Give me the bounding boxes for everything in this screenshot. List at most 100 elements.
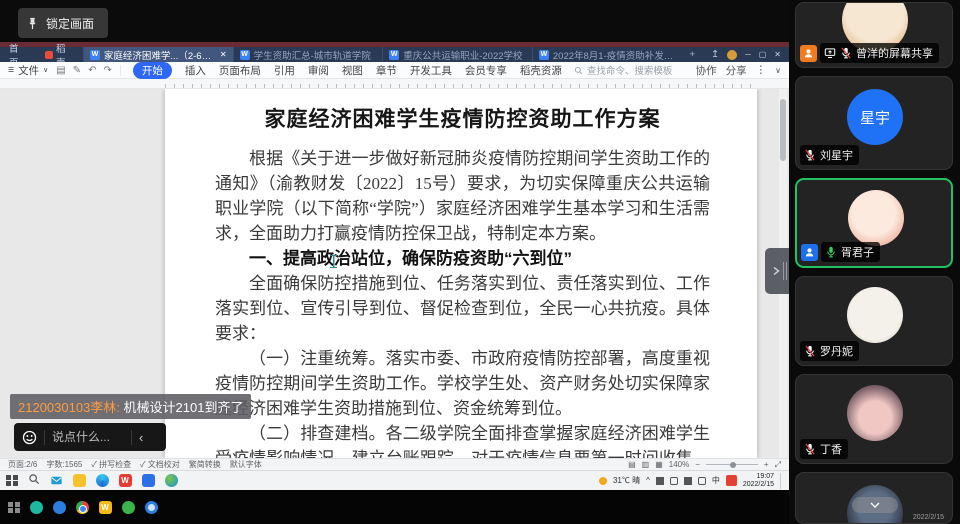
participant-tile-partial[interactable]: 2022/2/15 <box>795 472 953 524</box>
menu-page-layout[interactable]: 页面布局 <box>219 63 261 78</box>
save-icon[interactable]: ▤ <box>56 65 65 76</box>
app-icon-green[interactable] <box>122 501 135 514</box>
tray-icon[interactable] <box>656 477 664 485</box>
view-mode-icon-1[interactable]: ▤ <box>628 460 636 469</box>
wps-icon-peek[interactable]: W <box>99 501 112 514</box>
new-tab-button[interactable]: + <box>682 47 704 62</box>
edit-icon[interactable]: ✎ <box>73 65 81 76</box>
word-count: 字数:1565 <box>46 459 82 470</box>
participant-tile[interactable]: 星宇 刘星宇 <box>795 76 953 170</box>
participant-tile-sharer[interactable]: 曾洋的屏幕共享 <box>795 2 953 68</box>
menu-section[interactable]: 章节 <box>376 63 397 78</box>
tray-icon[interactable] <box>684 477 692 485</box>
participant-name: 丁香 <box>820 441 842 457</box>
zoom-slider[interactable] <box>706 464 758 465</box>
maximize-button[interactable]: ▢ <box>759 50 767 59</box>
collab-button[interactable]: 协作 <box>696 63 717 78</box>
tray-icon[interactable] <box>698 477 706 485</box>
redo-icon[interactable]: ↷ <box>104 65 112 76</box>
weather-text[interactable]: 31℃ 晴 <box>613 475 640 486</box>
taskbar-search-icon[interactable] <box>28 472 40 490</box>
menu-insert[interactable]: 插入 <box>185 63 206 78</box>
chat-input[interactable] <box>52 430 124 444</box>
close-tab-icon[interactable]: ✕ <box>220 50 227 59</box>
wps-tab-bar: 首页 稻壳 W 家庭经济困难学...（2-6方案）检查阅 ✕ W 学生资助汇总-… <box>0 47 789 62</box>
convert-toggle[interactable]: 繁简转换 <box>189 459 221 470</box>
mail-app-icon[interactable] <box>50 474 63 487</box>
text-cursor <box>330 255 337 268</box>
lock-view-button[interactable]: 锁定画面 <box>18 8 108 38</box>
tray-app-icon[interactable] <box>726 475 737 486</box>
document-tab-3[interactable]: W 重庆公共运输职业-2022学校 <box>382 47 532 62</box>
start-button[interactable] <box>6 475 18 487</box>
fullscreen-icon[interactable]: ⤢ <box>775 460 781 470</box>
more-icon[interactable]: ⋮ <box>756 64 767 76</box>
ime-indicator[interactable]: 中 <box>712 475 720 486</box>
document-title: 家庭经济困难学生疫情防控资助工作方案 <box>215 103 710 133</box>
zoom-out-icon[interactable]: − <box>695 460 700 469</box>
view-mode-icon-3[interactable]: ▦ <box>655 460 663 469</box>
menu-view[interactable]: 视图 <box>342 63 363 78</box>
menu-references[interactable]: 引用 <box>274 63 295 78</box>
meeting-app-icon[interactable] <box>142 474 155 487</box>
scrollbar-thumb[interactable] <box>780 99 786 161</box>
weather-icon[interactable] <box>599 477 607 485</box>
participant-tile-speaking[interactable]: 胥君子 <box>795 178 953 268</box>
check-icon: ✓ <box>91 460 96 469</box>
chevron-right-icon <box>771 266 781 276</box>
avatar: 星宇 <box>847 89 903 145</box>
expand-more-button[interactable] <box>852 497 898 513</box>
wps-ribbon: ≡ 文件 ∨ ▤ ✎ ↶ ↷ 开始 插入 页面布局 引用 审阅 视图 章节 开发… <box>0 62 789 79</box>
command-search[interactable]: 查找命令、搜索模板 <box>574 63 673 77</box>
participant-tile[interactable]: 丁香 <box>795 374 953 464</box>
clock[interactable]: 19:07 2022/2/15 <box>743 473 774 489</box>
chrome-icon[interactable] <box>76 501 89 514</box>
account-avatar[interactable] <box>727 50 737 60</box>
tray-icon[interactable] <box>670 477 678 485</box>
zoom-level[interactable]: 140% <box>669 460 689 469</box>
view-mode-icon-2[interactable]: ▥ <box>642 460 650 469</box>
close-window-button[interactable]: ✕ <box>774 50 781 59</box>
emoji-icon[interactable] <box>22 430 37 445</box>
menu-member[interactable]: 会员专享 <box>465 63 507 78</box>
avatar <box>847 287 903 343</box>
app-icon-ring[interactable] <box>145 501 158 514</box>
share-button[interactable]: 分享 <box>726 63 747 78</box>
file-menu[interactable]: ≡ 文件 ∨ <box>0 63 56 78</box>
undo-icon[interactable]: ↶ <box>88 65 96 76</box>
browser-app-icon[interactable] <box>165 474 178 487</box>
menu-dev-tools[interactable]: 开发工具 <box>410 63 452 78</box>
font-default[interactable]: 默认字体 <box>230 459 262 470</box>
wps-docer-tab[interactable]: 稻壳 <box>37 47 83 62</box>
document-paragraph: （一）注重统筹。落实市委、市政府疫情防控部署，高度重视疫情防控期间学生资助工作。… <box>215 346 710 421</box>
timestamp-watermark: 2022/2/15 <box>913 514 944 521</box>
document-page[interactable]: 家庭经济困难学生疫情防控资助工作方案 根据《关于进一步做好新冠肺炎疫情防控期间学… <box>165 89 757 458</box>
wps-app-icon[interactable]: W <box>119 474 132 487</box>
proofread-toggle[interactable]: ✓ 文档校对 <box>140 459 180 470</box>
app-icon-blue[interactable] <box>53 501 66 514</box>
spellcheck-toggle[interactable]: ✓ 拼写检查 <box>91 459 131 470</box>
participant-name: 罗丹妮 <box>820 343 853 359</box>
sidebar-collapse-handle[interactable] <box>765 248 789 294</box>
wps-home-tab[interactable]: 首页 <box>0 47 37 62</box>
menu-home[interactable]: 开始 <box>133 62 172 79</box>
system-tray: 31℃ 晴 ^ 中 19:07 2022/2/15 <box>599 473 783 489</box>
menu-docer-res[interactable]: 稻壳资源 <box>520 63 562 78</box>
document-tab-4[interactable]: W 2022年8月1-疫情资助补发情况 <box>532 47 682 62</box>
zoom-in-icon[interactable]: + <box>764 460 769 469</box>
document-tab-1[interactable]: W 家庭经济困难学...（2-6方案）检查阅 ✕ <box>83 47 233 62</box>
start-button-peek[interactable] <box>8 502 20 514</box>
edge-browser-icon[interactable] <box>96 474 109 487</box>
document-tab-2[interactable]: W 学生资助汇总-城市轨道学院 <box>233 47 383 62</box>
collapse-ribbon-icon[interactable]: ∨ <box>775 66 781 75</box>
minimize-button[interactable]: ─ <box>745 50 751 59</box>
chat-input-bar[interactable]: ‹ <box>14 423 166 451</box>
tray-expand-icon[interactable]: ^ <box>646 476 650 485</box>
app-icon-teal[interactable] <box>30 501 43 514</box>
collapse-chat-icon[interactable]: ‹ <box>139 430 143 445</box>
participant-tile[interactable]: 罗丹妮 <box>795 276 953 366</box>
show-desktop-button[interactable] <box>780 473 783 489</box>
upload-icon[interactable]: ↥ <box>711 49 719 60</box>
menu-review[interactable]: 审阅 <box>308 63 329 78</box>
file-explorer-icon[interactable] <box>73 474 86 487</box>
